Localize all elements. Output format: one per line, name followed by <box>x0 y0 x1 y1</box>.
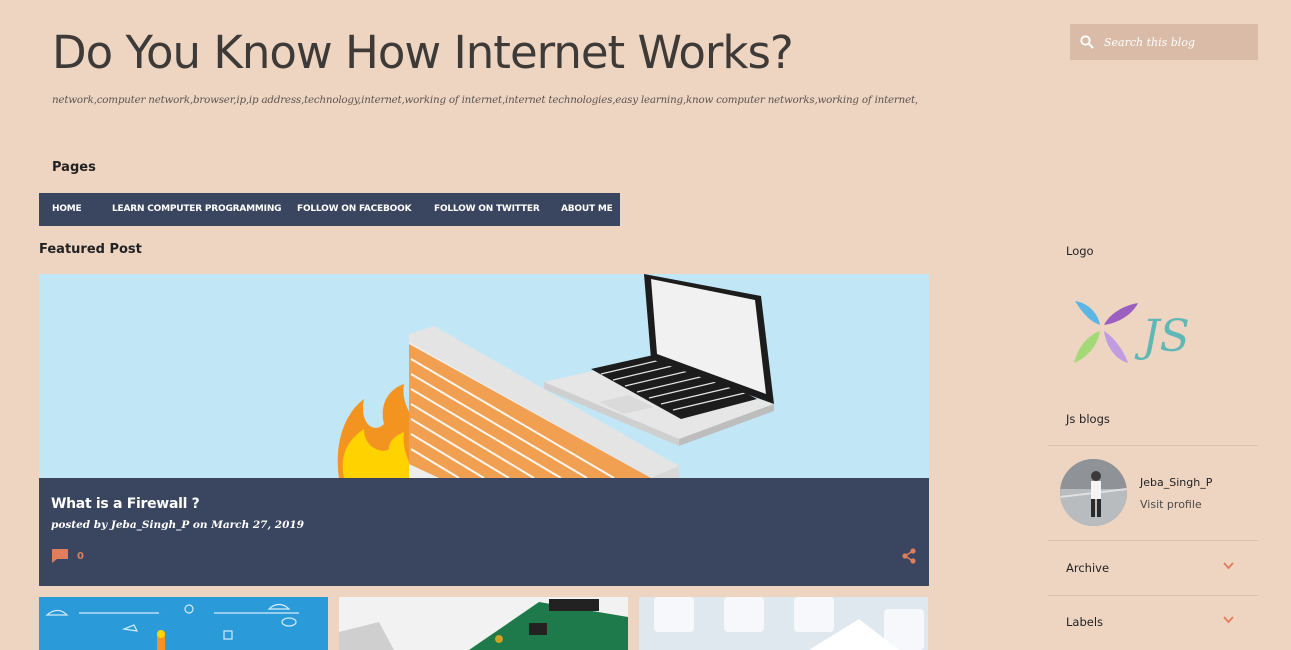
logo-heading: Logo <box>1066 244 1094 258</box>
pages-heading: Pages <box>52 160 96 175</box>
on-label: on <box>192 519 208 531</box>
featured-post-image[interactable] <box>39 274 929 478</box>
featured-post-title[interactable]: What is a Firewall ? <box>51 496 200 512</box>
featured-post-heading: Featured Post <box>39 242 142 257</box>
post-date[interactable]: March 27, 2019 <box>211 519 304 531</box>
post-thumbnail-3[interactable] <box>639 597 928 650</box>
divider <box>1048 445 1258 446</box>
archive-label: Archive <box>1066 561 1110 575</box>
chevron-down-icon <box>1223 562 1234 570</box>
posted-by-label: posted by <box>51 519 108 531</box>
post-thumbnail-2[interactable] <box>339 597 628 650</box>
pages-nav: HOME LEARN COMPUTER PROGRAMMING FOLLOW O… <box>39 193 620 226</box>
nav-item-learn-programming[interactable]: LEARN COMPUTER PROGRAMMING <box>112 204 282 214</box>
search-box <box>1070 24 1258 60</box>
blog-description: network,computer network,browser,ip,ip a… <box>52 94 918 106</box>
nav-item-facebook[interactable]: FOLLOW ON FACEBOOK <box>297 204 412 214</box>
featured-post-card: What is a Firewall ? posted by Jeba_Sing… <box>39 478 929 586</box>
labels-label: Labels <box>1066 615 1104 629</box>
search-input[interactable] <box>1104 35 1244 49</box>
featured-post-meta: posted by Jeba_Singh_P on March 27, 2019 <box>51 519 304 531</box>
visit-profile-link[interactable]: Visit profile <box>1140 498 1202 511</box>
post-thumbnail-1[interactable] <box>39 597 328 650</box>
blog-title[interactable]: Do You Know How Internet Works? <box>52 26 794 79</box>
share-icon[interactable] <box>901 548 917 568</box>
profile-name[interactable]: Jeba_Singh_P <box>1140 476 1212 489</box>
chevron-down-icon <box>1223 616 1234 624</box>
avatar[interactable] <box>1060 459 1127 526</box>
divider <box>1048 595 1258 596</box>
labels-toggle[interactable]: Labels <box>1066 615 1246 629</box>
nav-item-about-me[interactable]: ABOUT ME <box>561 204 613 214</box>
divider <box>1048 540 1258 541</box>
logo-text: JS <box>1134 311 1190 362</box>
blog-logo: JS <box>1070 295 1215 370</box>
comments-link[interactable]: 0 <box>51 548 84 564</box>
comment-count: 0 <box>77 550 84 562</box>
firewall-illustration <box>337 274 774 478</box>
search-icon[interactable] <box>1080 35 1094 49</box>
post-author[interactable]: Jeba_Singh_P <box>111 519 189 531</box>
nav-item-twitter[interactable]: FOLLOW ON TWITTER <box>434 204 540 214</box>
archive-toggle[interactable]: Archive <box>1066 561 1246 575</box>
comment-icon <box>52 549 68 563</box>
profile-heading: Js blogs <box>1066 412 1110 426</box>
nav-item-home[interactable]: HOME <box>52 204 82 214</box>
